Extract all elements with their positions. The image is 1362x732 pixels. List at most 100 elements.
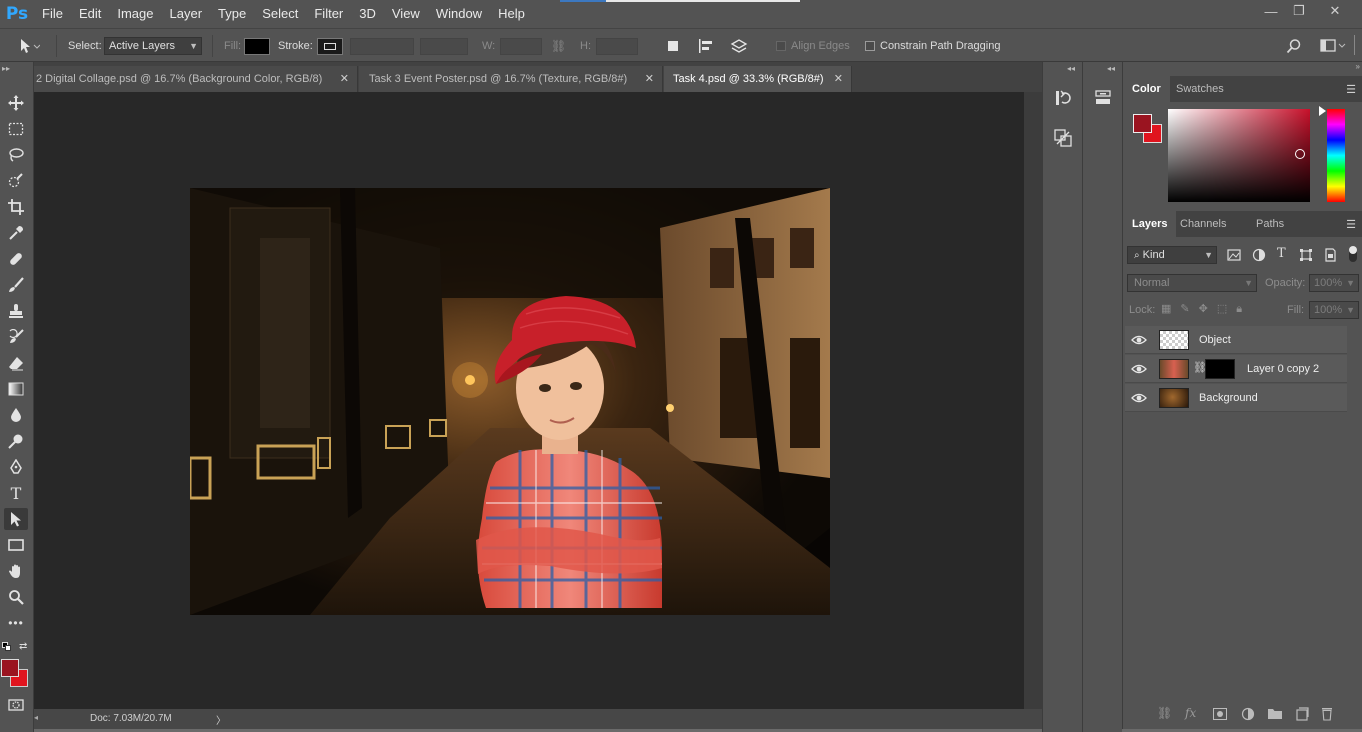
filter-toggle[interactable] — [1349, 246, 1357, 262]
hand-tool[interactable] — [4, 560, 28, 582]
layer-row-background[interactable]: Background — [1125, 384, 1347, 412]
quick-mask-button[interactable] — [4, 694, 28, 716]
tab-layers[interactable]: Layers — [1123, 211, 1177, 237]
menu-type[interactable]: Type — [210, 0, 254, 28]
width-field[interactable] — [500, 38, 542, 55]
stroke-type-dropdown[interactable] — [420, 38, 468, 55]
blend-mode-dropdown[interactable]: Normal ▼ — [1127, 274, 1257, 292]
collapse-icon[interactable]: ◂◂ — [1067, 64, 1075, 73]
properties-panel-button[interactable] — [1051, 126, 1075, 150]
collapse-icon[interactable]: ◂◂ — [1107, 64, 1115, 73]
layer-row-object[interactable]: Object — [1125, 326, 1347, 354]
history-panel-button[interactable] — [1051, 86, 1075, 110]
restore-button[interactable]: ❐ — [1284, 0, 1314, 22]
panel-menu-icon[interactable]: ☰ — [1346, 83, 1356, 96]
rectangle-tool[interactable] — [4, 534, 28, 556]
collapse-toolbar-icon[interactable]: ▸▸ — [2, 64, 10, 73]
adjustments-panel-button[interactable] — [1091, 86, 1115, 110]
shape-filter-icon[interactable] — [1299, 248, 1313, 262]
menu-edit[interactable]: Edit — [71, 0, 109, 28]
layer-mask-thumbnail[interactable] — [1205, 359, 1235, 379]
constrain-path-checkbox[interactable] — [865, 41, 875, 51]
history-brush-tool[interactable] — [4, 326, 28, 348]
color-panel-foreground-swatch[interactable] — [1133, 114, 1152, 133]
path-selection-tool[interactable] — [4, 508, 28, 530]
menu-image[interactable]: Image — [109, 0, 161, 28]
close-icon[interactable]: ✕ — [340, 72, 349, 85]
menu-select[interactable]: Select — [254, 0, 306, 28]
opacity-field[interactable]: 100% ▼ — [1309, 274, 1359, 292]
stroke-width-field[interactable] — [350, 38, 414, 55]
crop-tool[interactable] — [4, 196, 28, 218]
smart-object-filter-icon[interactable] — [1323, 248, 1337, 262]
swap-colors-icon[interactable]: ⇄ — [19, 641, 27, 652]
tab-digital-collage[interactable]: 2 Digital Collage.psd @ 16.7% (Backgroun… — [34, 66, 358, 92]
stroke-swatch[interactable] — [317, 38, 343, 55]
scroll-left-icon[interactable]: ◂ — [34, 713, 38, 722]
minimize-button[interactable]: — — [1256, 0, 1286, 22]
move-tool[interactable] — [4, 92, 28, 114]
workspace-button[interactable] — [1320, 29, 1346, 63]
align-edges-checkbox[interactable] — [776, 41, 786, 51]
tab-paths[interactable]: Paths — [1247, 211, 1293, 237]
vertical-scrollbar[interactable] — [1024, 92, 1042, 709]
pen-tool[interactable] — [4, 456, 28, 478]
color-field[interactable] — [1168, 109, 1310, 202]
collapse-icon[interactable]: » — [1356, 62, 1360, 71]
eye-icon[interactable] — [1131, 361, 1147, 377]
link-icon[interactable]: ⛓ — [551, 29, 566, 63]
path-selection-tool-preset[interactable] — [18, 29, 40, 63]
menu-file[interactable]: File — [34, 0, 71, 28]
blur-tool[interactable] — [4, 404, 28, 426]
height-field[interactable] — [596, 38, 638, 55]
gradient-tool[interactable] — [4, 378, 28, 400]
marquee-tool[interactable] — [4, 118, 28, 140]
menu-window[interactable]: Window — [428, 0, 490, 28]
menu-view[interactable]: View — [384, 0, 428, 28]
menu-layer[interactable]: Layer — [162, 0, 211, 28]
zoom-tool[interactable] — [4, 586, 28, 608]
path-operations-button[interactable] — [666, 29, 680, 63]
panel-menu-icon[interactable]: ☰ — [1346, 218, 1356, 231]
tab-task-4[interactable]: Task 4.psd @ 33.3% (RGB/8#) ✕ — [664, 66, 852, 92]
document-image[interactable] — [190, 188, 830, 615]
new-group-icon[interactable] — [1267, 707, 1283, 720]
new-adjustment-layer-icon[interactable] — [1241, 707, 1255, 721]
tab-color[interactable]: Color — [1123, 76, 1170, 102]
trash-icon[interactable] — [1321, 707, 1333, 721]
menu-help[interactable]: Help — [490, 0, 533, 28]
layer-style-icon[interactable]: fx — [1185, 706, 1196, 720]
status-menu-arrow[interactable]: 〉 — [216, 712, 226, 727]
lock-position-icon[interactable]: ✥ — [1199, 303, 1217, 315]
search-button[interactable] — [1286, 29, 1302, 63]
tab-channels[interactable]: Channels — [1171, 211, 1235, 237]
hue-slider-handle[interactable] — [1319, 106, 1326, 116]
lock-all-icon[interactable]: 🔒︎ — [1236, 303, 1251, 315]
fill-field[interactable]: 100% ▼ — [1309, 301, 1359, 319]
healing-brush-tool[interactable] — [4, 248, 28, 270]
quick-selection-tool[interactable] — [4, 170, 28, 192]
type-tool[interactable]: T — [4, 482, 28, 504]
brush-tool[interactable] — [4, 274, 28, 296]
pixel-filter-icon[interactable] — [1227, 248, 1241, 262]
dodge-tool[interactable] — [4, 430, 28, 452]
tab-swatches[interactable]: Swatches — [1167, 76, 1233, 102]
add-mask-icon[interactable] — [1213, 708, 1227, 720]
link-layers-icon[interactable]: ⛓ — [1157, 706, 1172, 720]
select-dropdown[interactable]: Active Layers ▼ — [104, 37, 202, 55]
eraser-tool[interactable] — [4, 352, 28, 374]
menu-filter[interactable]: Filter — [306, 0, 351, 28]
lock-image-icon[interactable]: ✎ — [1180, 303, 1198, 315]
filter-kind-dropdown[interactable]: ⌕ Kind ▼ — [1127, 246, 1217, 264]
close-window-button[interactable]: ✕ — [1320, 0, 1350, 22]
eyedropper-tool[interactable] — [4, 222, 28, 244]
close-icon[interactable]: ✕ — [645, 72, 654, 85]
clone-stamp-tool[interactable] — [4, 300, 28, 322]
adjustment-filter-icon[interactable] — [1252, 248, 1266, 262]
lasso-tool[interactable] — [4, 144, 28, 166]
document-canvas[interactable] — [34, 92, 1024, 709]
path-alignment-button[interactable] — [698, 29, 714, 63]
new-layer-icon[interactable] — [1295, 707, 1309, 721]
tab-event-poster[interactable]: Task 3 Event Poster.psd @ 16.7% (Texture… — [359, 66, 663, 92]
more-tools-button[interactable]: ••• — [4, 612, 28, 634]
